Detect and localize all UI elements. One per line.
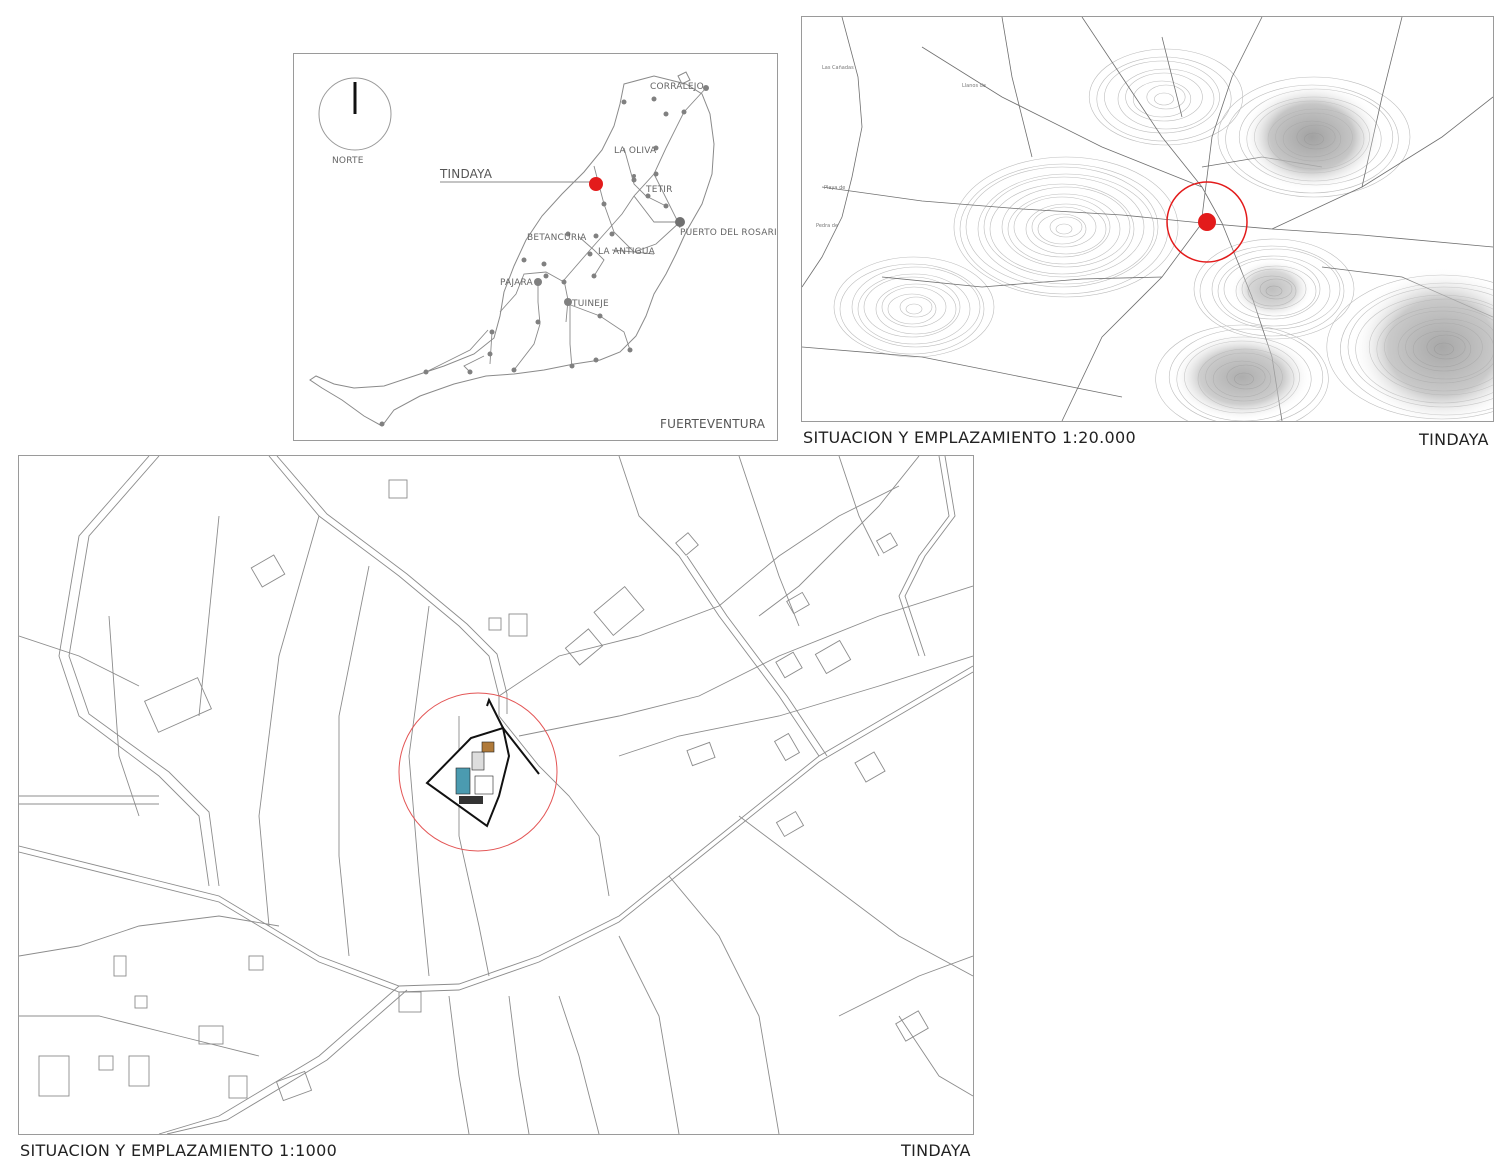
contour-line	[839, 263, 985, 355]
island-name-label: FUERTEVENTURA	[660, 417, 766, 431]
contour-line	[1055, 223, 1073, 235]
town-label-la-antigua: LA ANTIGUA	[598, 247, 656, 257]
hill-shade	[1232, 259, 1312, 319]
hill-shade	[1352, 267, 1493, 421]
contour-line	[989, 183, 1135, 275]
regional-map-svg: Las Cañadas Playa de Pedra de Llanos de	[802, 17, 1493, 421]
contour-line	[1037, 213, 1087, 245]
site-plan-svg	[19, 456, 973, 1134]
regional-map-caption: SITUACION Y EMPLAZAMIENTO 1:20.000	[803, 428, 1136, 447]
road-network	[425, 87, 707, 373]
contour-line	[1154, 92, 1174, 106]
contour-line	[977, 173, 1155, 285]
town-label-pajara: PAJARA	[500, 278, 534, 288]
contour-line	[887, 293, 937, 325]
tindaya-marker-icon	[1198, 213, 1216, 231]
contour-line	[881, 286, 947, 328]
hill-shade	[1172, 332, 1312, 421]
contour-line	[1132, 80, 1192, 118]
tindaya-label: TINDAYA	[439, 167, 493, 181]
regional-small-label: Las Cañadas	[822, 65, 854, 71]
site-plan[interactable]	[19, 456, 973, 1134]
town-label-corralejo: CORRALEJO	[650, 82, 704, 92]
contour-line	[905, 303, 923, 315]
hill-shade	[1242, 82, 1382, 192]
contour-line	[1007, 193, 1121, 265]
contour-line	[953, 156, 1179, 298]
compass-label: NORTE	[332, 156, 364, 166]
contour-line	[1117, 68, 1215, 130]
town-label-tetir: TETIR	[645, 185, 673, 195]
contour-line	[965, 166, 1159, 288]
contour-line	[863, 276, 961, 338]
town-label-tuineje: TUINEJE	[571, 299, 609, 309]
site-plan-place: TINDAYA	[901, 1141, 971, 1160]
town-label-betancuria: BETANCURIA	[527, 233, 587, 243]
regional-small-label: Playa de	[824, 185, 845, 191]
regional-small-label: Pedra de	[816, 223, 838, 229]
town-dots	[379, 85, 709, 427]
north-compass-icon	[318, 77, 392, 151]
site-plan-caption: SITUACION Y EMPLAZAMIENTO 1:1000	[20, 1141, 338, 1160]
contour-line	[851, 266, 981, 348]
project-building-icon	[425, 697, 540, 828]
contour-line	[959, 163, 1169, 295]
regional-map-place: TINDAYA	[1419, 430, 1489, 449]
contour-line	[1013, 196, 1111, 258]
regional-small-label: Llanos de	[962, 83, 986, 89]
town-label-la-oliva: LA OLIVA	[614, 146, 657, 156]
island-map[interactable]: NORTE TINDAYA CORRALEJO LA OLIVA TETIR P…	[294, 54, 777, 440]
regional-map[interactable]: Las Cañadas Playa de Pedra de Llanos de	[802, 17, 1493, 421]
tindaya-marker-icon	[589, 177, 603, 191]
town-label-puerto-del-rosario: PUERTO DEL ROSARIO	[680, 228, 777, 238]
island-map-svg: NORTE TINDAYA CORRALEJO LA OLIVA TETIR P…	[309, 71, 777, 431]
contour-line	[1001, 186, 1131, 268]
